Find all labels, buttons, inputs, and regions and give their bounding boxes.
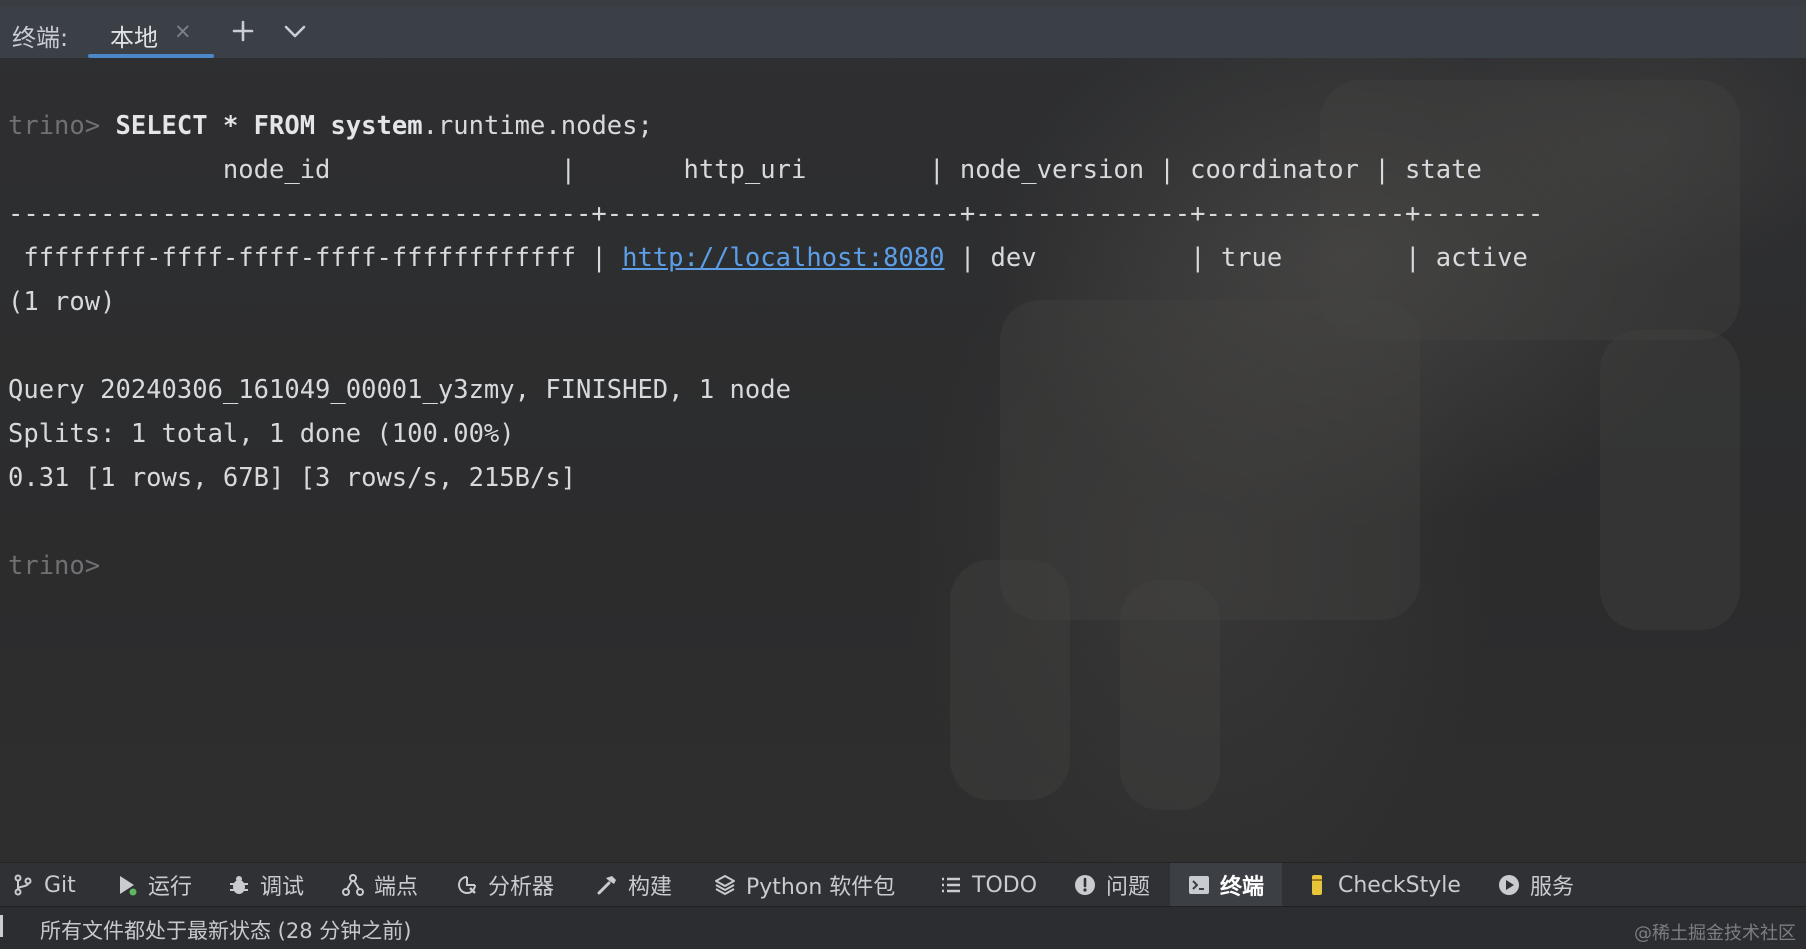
query-status: Query 20240306_161049_00001_y3zmy, FINIS…	[8, 375, 791, 405]
tool-checkstyle-label: CheckStyle	[1338, 872, 1461, 898]
tool-profiler-label: 分析器	[488, 875, 555, 900]
chevron-down-icon	[284, 25, 306, 38]
tool-python-packages[interactable]: Python 软件包	[714, 863, 895, 907]
tool-terminal-label: 终端	[1220, 875, 1265, 900]
tool-problems-label: 问题	[1106, 875, 1151, 900]
prompt: trino>	[8, 111, 101, 141]
status-marker	[0, 915, 3, 937]
services-icon	[1498, 874, 1520, 896]
plus-icon	[232, 20, 254, 42]
tab-dropdown-button[interactable]	[278, 14, 312, 48]
list-icon	[940, 874, 962, 896]
close-icon[interactable]: ×	[174, 19, 192, 43]
input-prompt[interactable]: trino>	[8, 548, 100, 584]
tool-debug-label: 调试	[260, 875, 305, 900]
terminal-output[interactable]: trino> SELECT * FROM system.runtime.node…	[8, 108, 1798, 581]
tool-git[interactable]: Git	[12, 863, 76, 907]
tool-build-label: 构建	[628, 875, 673, 900]
table-separator: --------------------------------------+-…	[8, 199, 1544, 229]
run-icon	[116, 874, 138, 896]
sql-table: .runtime.nodes;	[422, 111, 653, 141]
row-http-uri-link[interactable]: http://localhost:8080	[622, 243, 944, 273]
add-tab-button[interactable]	[226, 14, 260, 48]
endpoints-icon	[342, 874, 364, 896]
bug-icon	[228, 874, 250, 896]
status-text[interactable]: 所有文件都处于最新状态 (28 分钟之前)	[40, 915, 411, 945]
tool-run-label: 运行	[148, 875, 193, 900]
tool-window-bar: Git 运行 调试 端点 分析器 构建 Python 软件包 TODO 问题 终…	[0, 862, 1806, 907]
tool-git-label: Git	[44, 872, 76, 898]
query-stats: 0.31 [1 rows, 67B] [3 rows/s, 215B/s]	[8, 463, 577, 493]
sql-schema: system	[330, 111, 423, 141]
table-header: node_id | http_uri | node_version | coor…	[8, 155, 1482, 185]
tool-todo-label: TODO	[972, 872, 1038, 898]
tab-local-label: 本地	[110, 24, 158, 52]
hammer-icon	[596, 874, 618, 896]
tool-endpoints-label: 端点	[374, 875, 419, 900]
row-count: (1 row)	[8, 287, 116, 317]
tool-debug[interactable]: 调试	[228, 863, 304, 907]
tool-services-label: 服务	[1530, 875, 1575, 900]
terminal-tab-bar: 终端: 本地 ×	[0, 6, 1806, 58]
tool-problems[interactable]: 问题	[1074, 863, 1150, 907]
sql-keywords: SELECT * FROM	[115, 111, 316, 141]
tool-endpoints[interactable]: 端点	[342, 863, 418, 907]
layers-icon	[714, 874, 736, 896]
active-tab-indicator	[88, 54, 214, 58]
tool-build[interactable]: 构建	[596, 863, 672, 907]
tool-checkstyle[interactable]: CheckStyle	[1306, 863, 1461, 907]
tool-run[interactable]: 运行	[116, 863, 192, 907]
table-row: ffffffff-ffff-ffff-ffff-ffffffffffff | h…	[8, 240, 1528, 276]
tool-profiler[interactable]: 分析器	[456, 863, 554, 907]
profiler-icon	[456, 874, 478, 896]
tool-services[interactable]: 服务	[1498, 863, 1574, 907]
row-values: | dev | true | active	[944, 243, 1528, 273]
git-branch-icon	[12, 874, 34, 896]
tool-python-packages-label: Python 软件包	[746, 875, 896, 900]
watermark: @稀土掘金技术社区	[1634, 923, 1796, 944]
status-bar: 所有文件都处于最新状态 (28 分钟之前) @稀土掘金技术社区	[0, 906, 1806, 949]
row-node-id: ffffffff-ffff-ffff-ffff-ffffffffffff |	[8, 243, 623, 273]
terminal-icon	[1188, 874, 1210, 896]
tab-local[interactable]: 本地 ×	[88, 6, 214, 58]
command-line: trino> SELECT * FROM system.runtime.node…	[8, 108, 653, 144]
tool-todo[interactable]: TODO	[940, 863, 1037, 907]
checkstyle-icon	[1306, 874, 1328, 896]
terminal-title: 终端:	[12, 24, 69, 52]
tool-terminal[interactable]: 终端	[1170, 863, 1283, 907]
problems-icon	[1074, 874, 1096, 896]
splits-status: Splits: 1 total, 1 done (100.00%)	[8, 419, 515, 449]
